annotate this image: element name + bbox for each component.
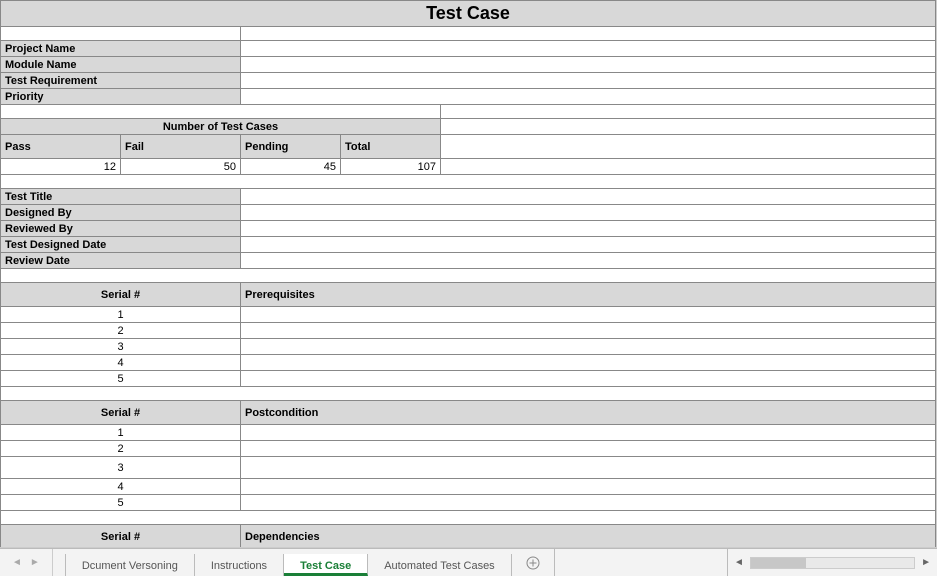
- label-test-requirement: Test Requirement: [1, 73, 241, 89]
- value-test-requirement[interactable]: [241, 73, 936, 89]
- serial-header-deps: Serial #: [1, 525, 241, 549]
- prereq-row-num: 4: [1, 355, 241, 371]
- postcond-row-val[interactable]: [241, 425, 936, 441]
- postcond-row-num: 2: [1, 441, 241, 457]
- scroll-track[interactable]: [750, 557, 915, 569]
- prereq-row-val[interactable]: [241, 307, 936, 323]
- sheet-tab[interactable]: Test Case: [284, 554, 368, 576]
- label-test-designed-date: Test Designed Date: [1, 237, 241, 253]
- prereq-row-num: 1: [1, 307, 241, 323]
- scroll-thumb[interactable]: [751, 558, 806, 568]
- prereq-row-val[interactable]: [241, 339, 936, 355]
- sheet-tab[interactable]: Instructions: [195, 554, 284, 576]
- prereq-row-num: 3: [1, 339, 241, 355]
- scroll-right-icon[interactable]: ►: [919, 557, 933, 568]
- value-pass[interactable]: 12: [1, 159, 121, 175]
- label-project-name: Project Name: [1, 41, 241, 57]
- label-pending: Pending: [241, 135, 341, 159]
- prereq-row-val[interactable]: [241, 323, 936, 339]
- horizontal-scrollbar[interactable]: ◄ ►: [727, 549, 937, 576]
- postcond-row-val[interactable]: [241, 457, 936, 479]
- prereq-row-val[interactable]: [241, 355, 936, 371]
- postcond-row-val[interactable]: [241, 495, 936, 511]
- value-module-name[interactable]: [241, 57, 936, 73]
- label-pass: Pass: [1, 135, 121, 159]
- label-designed-by: Designed By: [1, 205, 241, 221]
- value-total[interactable]: 107: [341, 159, 441, 175]
- postcond-row-num: 5: [1, 495, 241, 511]
- value-reviewed-by[interactable]: [241, 221, 936, 237]
- tab-nav-arrows[interactable]: ◄ ►: [0, 549, 53, 576]
- label-fail: Fail: [121, 135, 241, 159]
- test-case-table: Test Case Project Name Module Name Test …: [0, 0, 936, 548]
- tabs-strip: Dcument VersoningInstructionsTest CaseAu…: [53, 549, 512, 576]
- value-designed-by[interactable]: [241, 205, 936, 221]
- postcondition-header: Postcondition: [241, 401, 936, 425]
- label-priority: Priority: [1, 89, 241, 105]
- value-review-date[interactable]: [241, 253, 936, 269]
- label-reviewed-by: Reviewed By: [1, 221, 241, 237]
- sheet-tab[interactable]: Automated Test Cases: [368, 554, 511, 576]
- sheet-tab[interactable]: Dcument Versoning: [65, 554, 195, 576]
- plus-circle-icon: [526, 556, 540, 570]
- postcond-row-num: 1: [1, 425, 241, 441]
- dependencies-header: Dependencies: [241, 525, 936, 549]
- serial-header-postcond: Serial #: [1, 401, 241, 425]
- serial-header-prereq: Serial #: [1, 283, 241, 307]
- value-project-name[interactable]: [241, 41, 936, 57]
- add-sheet-button[interactable]: [512, 549, 555, 576]
- value-test-designed-date[interactable]: [241, 237, 936, 253]
- label-test-title: Test Title: [1, 189, 241, 205]
- sheet-title: Test Case: [1, 1, 936, 27]
- postcond-row-num: 4: [1, 479, 241, 495]
- spreadsheet-area[interactable]: Test Case Project Name Module Name Test …: [0, 0, 937, 548]
- scroll-left-icon[interactable]: ◄: [732, 557, 746, 568]
- prereq-row-num: 5: [1, 371, 241, 387]
- value-test-title[interactable]: [241, 189, 936, 205]
- value-priority[interactable]: [241, 89, 936, 105]
- tab-nav-next-icon[interactable]: ►: [30, 557, 40, 568]
- postcond-row-val[interactable]: [241, 441, 936, 457]
- postcond-row-num: 3: [1, 457, 241, 479]
- sheet-tab-bar: ◄ ► Dcument VersoningInstructionsTest Ca…: [0, 548, 937, 576]
- counts-header: Number of Test Cases: [1, 119, 441, 135]
- prerequisites-header: Prerequisites: [241, 283, 936, 307]
- label-total: Total: [341, 135, 441, 159]
- postcond-row-val[interactable]: [241, 479, 936, 495]
- prereq-row-num: 2: [1, 323, 241, 339]
- value-fail[interactable]: 50: [121, 159, 241, 175]
- prereq-row-val[interactable]: [241, 371, 936, 387]
- value-pending[interactable]: 45: [241, 159, 341, 175]
- label-module-name: Module Name: [1, 57, 241, 73]
- tab-nav-prev-icon[interactable]: ◄: [12, 557, 22, 568]
- label-review-date: Review Date: [1, 253, 241, 269]
